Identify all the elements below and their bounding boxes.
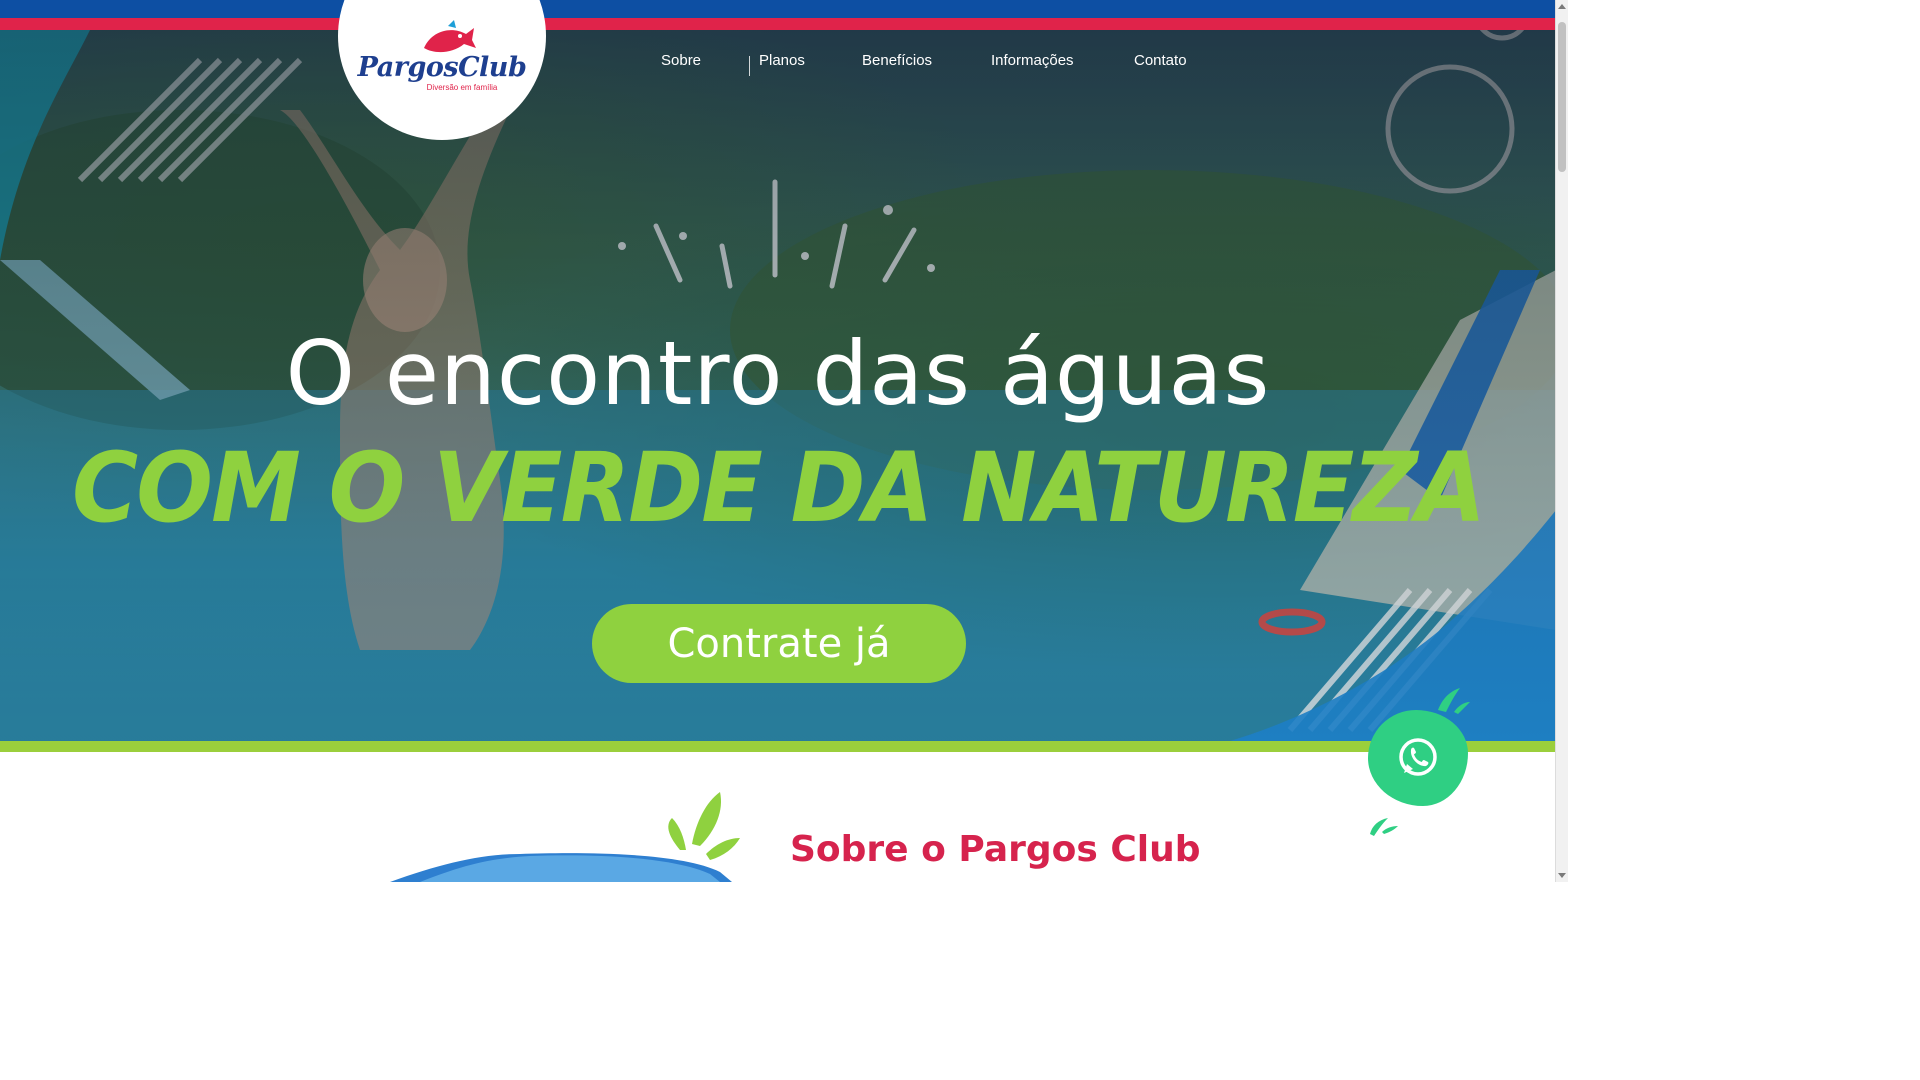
top-stripe-red <box>0 18 1556 30</box>
whatsapp-float <box>1366 686 1472 836</box>
whatsapp-icon <box>1399 738 1437 776</box>
green-splash-shape <box>668 818 686 850</box>
hero-headline-line2: COM O VERDE DA NATUREZA <box>71 432 1486 544</box>
hero-bottom-stripe <box>0 741 1556 752</box>
contrate-button[interactable]: Contrate já <box>592 604 966 683</box>
nav-item-beneficios[interactable]: Benefícios <box>862 52 932 69</box>
top-stripe-blue <box>0 0 1556 18</box>
page-scrollbar[interactable] <box>1555 0 1568 882</box>
nav-item-planos[interactable]: Planos <box>759 52 805 69</box>
main-nav: Sobre Planos Benefícios Informações Cont… <box>0 52 1556 72</box>
logo-tagline: Diversão em família <box>426 83 498 92</box>
scroll-down-arrow-icon[interactable] <box>1558 873 1566 878</box>
scroll-up-arrow-icon[interactable] <box>1558 4 1566 9</box>
light-wave-shape <box>420 855 720 882</box>
about-section-title: Sobre o Pargos Club <box>790 829 1201 870</box>
nav-divider <box>749 56 750 76</box>
about-illustration <box>390 792 740 882</box>
splash-accent-top-icon <box>1438 688 1470 714</box>
hero-headline-line1: O encontro das águas <box>285 322 1271 425</box>
whatsapp-button[interactable] <box>1368 710 1468 806</box>
splash-accent-bottom-icon <box>1370 818 1398 836</box>
nav-item-sobre[interactable]: Sobre <box>661 52 701 69</box>
nav-item-informacoes[interactable]: Informações <box>991 52 1074 69</box>
page: PargosClub Diversão em família Sobre Pla… <box>0 0 1568 882</box>
nav-item-contato[interactable]: Contato <box>1134 52 1187 69</box>
scrollbar-thumb[interactable] <box>1558 22 1566 172</box>
